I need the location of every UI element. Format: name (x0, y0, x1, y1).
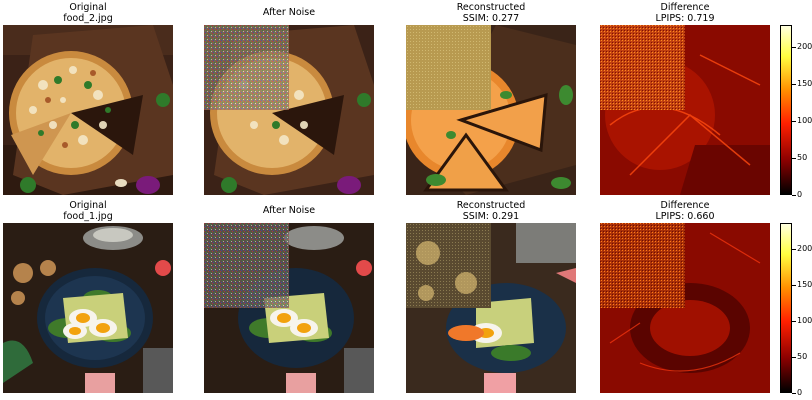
figure: Original food_2.jpg After Noise Reconstr… (0, 0, 812, 400)
colorbar-tick-label: 100 (797, 116, 812, 125)
colorbar-tick-label: 50 (797, 352, 808, 361)
panel-subtitle: LPIPS: 0.660 (655, 211, 715, 222)
panel-title: After Noise (262, 7, 316, 18)
colorbar-tick-label: 150 (797, 280, 812, 289)
colorbar-tick-label: 0 (797, 388, 803, 397)
panel-title: Original (69, 2, 107, 13)
noisy-egg-toast-image (204, 223, 374, 393)
colorbar-tick (792, 249, 796, 250)
panel-subtitle: SSIM: 0.291 (462, 211, 520, 222)
difference-heatmap (600, 25, 770, 195)
panel-title: Difference (660, 2, 710, 13)
pizza-image (3, 25, 173, 195)
panel-title: Original (69, 200, 107, 211)
colorbar-tick (792, 158, 796, 159)
colorbar-row2 (780, 223, 792, 393)
panel-subtitle: LPIPS: 0.719 (655, 13, 715, 24)
colorbar-tick (792, 47, 796, 48)
colorbar-tick (792, 321, 796, 322)
noisy-pizza-image (204, 25, 374, 195)
colorbar-tick (792, 195, 796, 196)
colorbar-tick-label: 0 (797, 190, 803, 199)
reconstructed-pizza-image (406, 25, 576, 195)
colorbar-tick (792, 84, 796, 85)
panel-title: Reconstructed (456, 2, 526, 13)
panel-subtitle: food_2.jpg (63, 13, 113, 24)
panel-title: After Noise (262, 205, 316, 216)
panel-title: Reconstructed (456, 200, 526, 211)
colorbar-tick-label: 100 (797, 316, 812, 325)
egg-toast-image (3, 223, 173, 393)
panel-title: Difference (660, 200, 710, 211)
panel-subtitle: SSIM: 0.277 (462, 13, 520, 24)
colorbar-tick (792, 393, 796, 394)
panel-subtitle: food_1.jpg (63, 211, 113, 222)
colorbar-tick-label: 200 (797, 244, 812, 253)
colorbar-tick (792, 121, 796, 122)
difference-heatmap (600, 223, 770, 393)
colorbar-tick (792, 357, 796, 358)
colorbar-tick-label: 200 (797, 42, 812, 51)
reconstructed-egg-toast-image (406, 223, 576, 393)
colorbar-row1 (780, 25, 792, 195)
colorbar-tick-label: 50 (797, 153, 808, 162)
colorbar-tick (792, 285, 796, 286)
colorbar-tick-label: 150 (797, 79, 812, 88)
